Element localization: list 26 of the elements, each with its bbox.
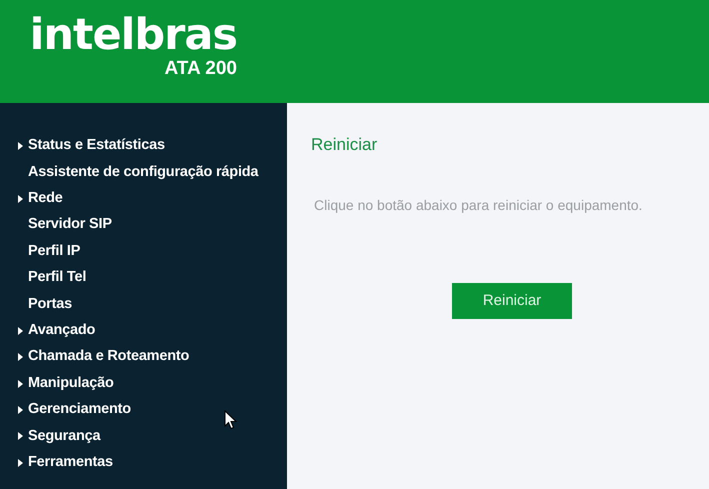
model-label: ATA 200 — [164, 58, 237, 80]
menu-item[interactable]: Avançado — [28, 320, 96, 342]
menu-item[interactable]: Assistente de configuração rápida — [28, 162, 258, 184]
menu-item[interactable]: Segurança — [28, 426, 100, 448]
expand-arrow-icon[interactable] — [17, 326, 24, 336]
expand-arrow-icon[interactable] — [17, 431, 24, 442]
menu-item[interactable]: Chamada e Roteamento — [28, 346, 190, 368]
logo: intelbras — [30, 12, 237, 58]
expand-arrow-icon[interactable] — [17, 405, 24, 416]
menu-item[interactable]: Status e Estatísticas — [28, 135, 165, 158]
menu-item[interactable]: Portas — [28, 294, 72, 316]
expand-arrow-icon[interactable] — [17, 194, 24, 204]
page-title: Reiniciar — [311, 135, 378, 156]
expand-arrow-icon[interactable] — [17, 458, 24, 468]
menu-item[interactable]: Servidor SIP — [28, 214, 112, 236]
expand-arrow-icon[interactable] — [17, 141, 24, 152]
expand-arrow-icon[interactable] — [17, 378, 24, 389]
menu-item[interactable]: Manipulação — [28, 372, 114, 395]
menu-item[interactable]: Perfil IP — [28, 240, 80, 263]
menu-item[interactable]: Rede — [28, 188, 63, 210]
menu-item[interactable]: Perfil Tel — [28, 267, 86, 290]
instruction-text: Clique no botão abaixo para reiniciar o equipamento. — [314, 196, 644, 216]
menu-item[interactable]: Gerenciamento — [28, 399, 131, 421]
mouse-pointer-icon — [224, 410, 237, 430]
expand-arrow-icon[interactable] — [17, 352, 24, 362]
menu-item[interactable]: Ferramentas — [28, 452, 113, 474]
